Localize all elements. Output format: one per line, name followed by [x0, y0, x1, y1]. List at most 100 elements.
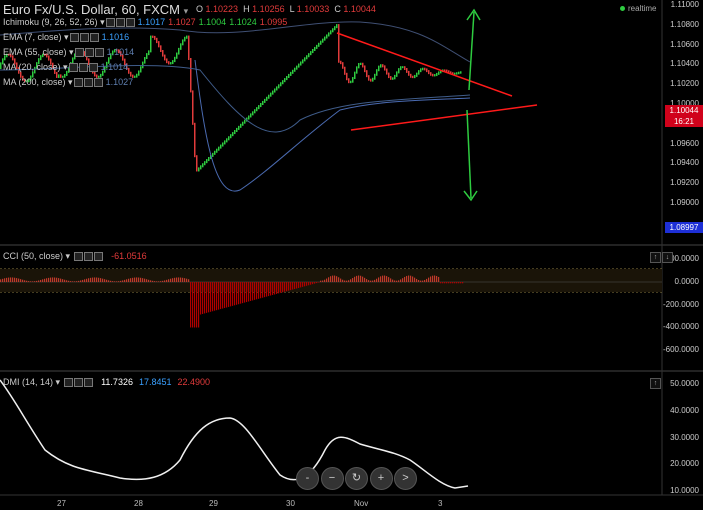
candle — [230, 134, 232, 139]
eye-icon[interactable] — [63, 378, 73, 388]
chevron-down-icon[interactable]: ▾ — [56, 377, 61, 387]
zoom-out-icon[interactable]: − — [320, 467, 344, 490]
cci-bar — [432, 275, 434, 282]
dmi-axis-label: 30.0000 — [670, 432, 699, 442]
cci-bar — [122, 280, 124, 282]
pane-down-icon[interactable]: ↓ — [662, 252, 673, 263]
candle — [328, 32, 330, 37]
study-legend-item[interactable]: EMA (55, close) ▾ 1.1014 — [3, 47, 134, 58]
cci-bar — [424, 279, 426, 282]
close-icon[interactable] — [93, 78, 103, 88]
dmi-legend[interactable]: DMI (14, 14) ▾ 11.7326 17.8451 22.4900 — [3, 377, 210, 388]
chevron-down-icon[interactable]: ▾ — [66, 77, 73, 87]
zoom-in-icon[interactable]: + — [369, 467, 393, 490]
cci-bar — [384, 275, 386, 282]
candle — [182, 39, 184, 46]
cci-bar — [442, 282, 444, 284]
cci-bar — [110, 280, 112, 282]
pane-up-icon[interactable]: ↑ — [650, 252, 661, 263]
cci-bar — [300, 282, 302, 288]
chevron-down-icon[interactable]: ▾ — [66, 251, 71, 261]
cci-bar — [86, 278, 88, 282]
cci-bar — [406, 275, 408, 282]
cci-bar — [142, 278, 144, 282]
candle — [332, 28, 334, 33]
cci-legend[interactable]: CCI (50, close) ▾ -61.0516 — [3, 251, 147, 262]
cci-bar — [342, 279, 344, 282]
cci-bar — [352, 278, 354, 282]
cci-bar — [434, 275, 436, 282]
gear-icon[interactable] — [78, 63, 88, 73]
eye-icon[interactable] — [73, 252, 83, 262]
cci-bar — [356, 275, 358, 282]
gear-icon[interactable] — [83, 78, 93, 88]
eye-icon[interactable] — [69, 33, 79, 43]
chevron-down-icon[interactable]: ▾ — [67, 47, 74, 57]
cci-bar — [214, 282, 216, 311]
close-icon[interactable] — [88, 63, 98, 73]
cci-bar — [404, 276, 406, 282]
price-tag: 16:21 — [665, 116, 703, 127]
cci-bar — [222, 282, 224, 309]
eye-icon[interactable] — [68, 63, 78, 73]
candle — [128, 67, 130, 74]
close-icon[interactable] — [89, 33, 99, 43]
candle — [178, 47, 180, 55]
scroll-right-icon[interactable]: > — [394, 467, 417, 490]
scroll-left-icon[interactable]: - — [296, 467, 319, 490]
cci-bar — [400, 279, 402, 282]
cci-bar — [138, 277, 140, 282]
candle — [156, 37, 158, 44]
cci-bar — [200, 282, 202, 315]
close-icon[interactable] — [94, 48, 104, 58]
gear-icon[interactable] — [84, 48, 94, 58]
chevron-down-icon[interactable]: ▾ — [98, 17, 105, 27]
study-legend-item[interactable]: EMA (7, close) ▾ 1.1016 — [3, 32, 129, 43]
candle — [236, 127, 238, 132]
symbol-title[interactable]: Euro Fx/U.S. Dollar, 60, FXCM ▾ — [3, 2, 188, 17]
gear-icon[interactable] — [79, 33, 89, 43]
candle — [282, 80, 284, 85]
close-icon[interactable] — [93, 252, 103, 262]
candle — [278, 84, 280, 89]
candle — [434, 74, 436, 77]
cci-bar — [106, 279, 108, 282]
candle — [152, 35, 154, 38]
cci-bar — [162, 280, 164, 282]
cci-bar — [164, 280, 166, 282]
price-axis-label: 1.09600 — [670, 138, 699, 148]
study-legend-item[interactable]: MA (200, close) ▾ 1.1027 — [3, 77, 133, 88]
cci-bar — [8, 277, 10, 282]
eye-icon[interactable] — [73, 78, 83, 88]
eye-icon[interactable] — [105, 18, 115, 28]
cci-bar — [166, 279, 168, 282]
candle — [316, 44, 318, 49]
cci-bar — [178, 277, 180, 282]
gear-icon[interactable] — [73, 378, 83, 388]
close-icon[interactable] — [83, 378, 93, 388]
study-legend-item[interactable]: MA (20, close) ▾ 1.1014 — [3, 62, 128, 73]
chevron-down-icon[interactable]: ▾ — [62, 32, 69, 42]
cci-bar — [172, 278, 174, 282]
candle — [294, 67, 296, 72]
candle — [338, 24, 340, 63]
cci-bar — [394, 280, 396, 282]
candle — [374, 73, 376, 80]
gear-icon[interactable] — [115, 18, 125, 28]
reset-icon[interactable]: ↻ — [345, 467, 368, 490]
close-icon[interactable] — [125, 18, 135, 28]
chevron-down-icon[interactable]: ▾ — [61, 62, 68, 72]
candle — [192, 90, 194, 125]
cci-bar — [66, 280, 68, 282]
study-legend-item[interactable]: Ichimoku (9, 26, 52, 26) ▾ 1.1017 1.1027 1.… — [3, 17, 287, 28]
candle — [170, 62, 172, 65]
study-label: MA (200, close) — [3, 77, 66, 87]
chevron-down-icon[interactable]: ▾ — [184, 6, 189, 16]
pane-up-icon[interactable]: ↑ — [650, 378, 661, 389]
gear-icon[interactable] — [83, 252, 93, 262]
candle — [256, 107, 258, 112]
candle — [394, 74, 396, 80]
candle — [248, 115, 250, 120]
cci-bar — [34, 281, 36, 282]
eye-icon[interactable] — [74, 48, 84, 58]
